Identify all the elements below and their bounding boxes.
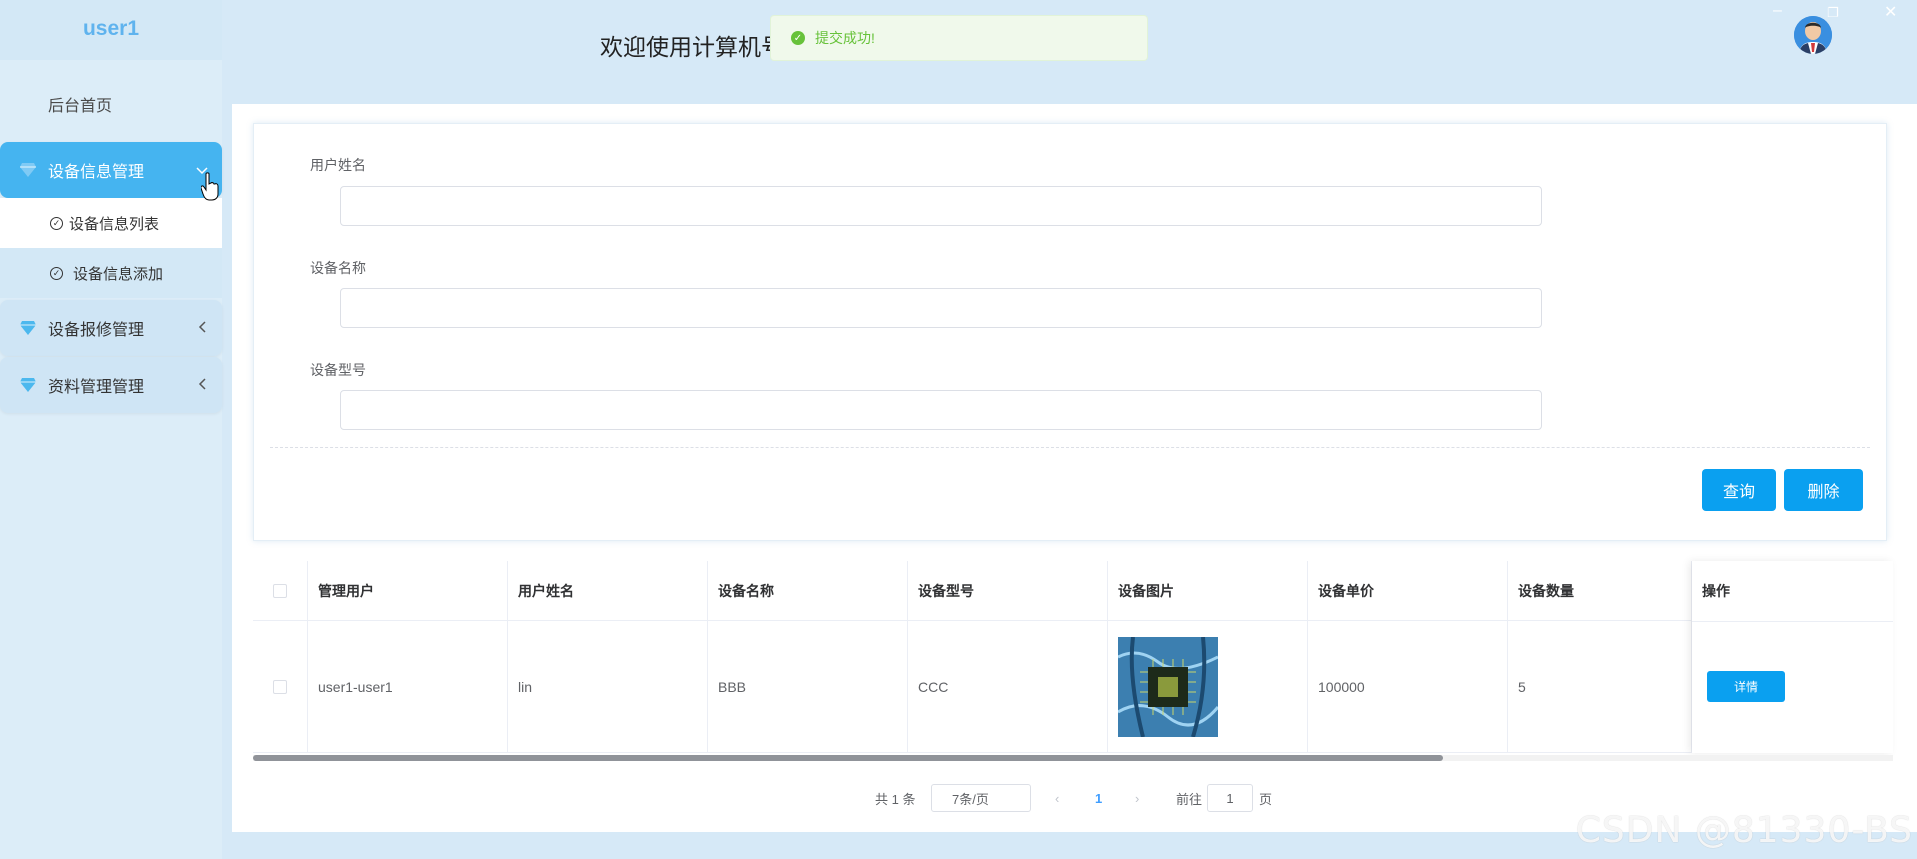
success-toast: ✓ 提交成功! xyxy=(770,15,1148,61)
next-page-icon[interactable]: › xyxy=(1135,784,1139,812)
sidebar-item-label: 设备信息列表 xyxy=(69,215,160,233)
cell-device-name: BBB xyxy=(708,621,908,752)
column-header[interactable]: 设备数量 xyxy=(1508,561,1692,620)
row-checkbox[interactable] xyxy=(273,679,287,694)
scrollbar-thumb[interactable] xyxy=(253,755,1443,761)
query-button[interactable]: 查询 xyxy=(1702,469,1776,511)
user-avatar[interactable] xyxy=(1794,16,1832,54)
detail-button[interactable]: 详情 xyxy=(1707,671,1785,702)
diamond-icon xyxy=(20,321,36,335)
page-size-select[interactable]: 7条/页 xyxy=(931,784,1031,812)
success-check-icon: ✓ xyxy=(791,31,805,45)
action-divider xyxy=(1692,621,1893,622)
restore-icon[interactable]: ❐ xyxy=(1827,5,1839,21)
cell-quantity: 5 xyxy=(1508,621,1692,752)
column-header[interactable]: 设备单价 xyxy=(1308,561,1508,620)
toast-message: 提交成功! xyxy=(815,30,875,46)
delete-button[interactable]: 删除 xyxy=(1784,469,1863,511)
column-header[interactable]: 设备型号 xyxy=(908,561,1108,620)
close-icon[interactable]: ✕ xyxy=(1884,2,1897,22)
chevron-left-icon xyxy=(182,377,222,393)
sidebar-item-device-list[interactable]: ✓ 设备信息列表 xyxy=(0,198,222,248)
table-row: user1-user1 lin BBB CCC 100000 5 xyxy=(253,621,1893,753)
goto-page-input[interactable]: 1 xyxy=(1207,784,1253,812)
page-size-value: 7条/页 xyxy=(952,791,989,807)
form-divider xyxy=(270,447,1870,448)
column-header[interactable]: 管理用户 xyxy=(308,561,508,620)
column-header[interactable]: 设备图片 xyxy=(1108,561,1308,620)
device-model-label: 设备型号 xyxy=(310,362,366,378)
action-cell: 详情 xyxy=(1707,671,1785,702)
sidebar: user1 后台首页 设备信息管理 ✓ 设备信息列表 ✓ 设备信息添加 设备报修… xyxy=(0,0,222,859)
goto-label: 前往 xyxy=(1176,791,1203,807)
sidebar-group-device-repair[interactable]: 设备报修管理 xyxy=(0,300,222,356)
column-header[interactable]: 设备名称 xyxy=(708,561,908,620)
search-form: 用户姓名 设备名称 设备型号 查询 删除 xyxy=(253,123,1887,541)
mouse-pointer-icon xyxy=(200,172,219,207)
sidebar-item-home[interactable]: 后台首页 xyxy=(0,84,222,124)
device-model-input[interactable] xyxy=(340,390,1542,430)
check-circle-icon: ✓ xyxy=(50,266,63,280)
user-name-input[interactable] xyxy=(340,186,1542,226)
user-name-label: 用户姓名 xyxy=(310,157,366,173)
sidebar-group-material[interactable]: 资料管理管理 xyxy=(0,357,222,413)
device-name-input[interactable] xyxy=(340,288,1542,328)
device-name-label: 设备名称 xyxy=(310,260,366,276)
column-header[interactable]: 用户姓名 xyxy=(508,561,708,620)
device-chip-image xyxy=(1118,636,1218,737)
prev-page-icon[interactable]: ‹ xyxy=(1055,784,1059,812)
row-select-cell xyxy=(253,621,308,752)
sidebar-group-label: 资料管理管理 xyxy=(48,379,145,396)
main-panel: 用户姓名 设备名称 设备型号 查询 删除 管理用户 用户姓名 设备名称 设备型号… xyxy=(232,104,1917,832)
sidebar-item-device-add[interactable]: ✓ 设备信息添加 xyxy=(0,248,222,298)
fixed-action-column: 操作 详情 xyxy=(1692,561,1893,753)
diamond-icon xyxy=(20,163,36,177)
app-logo-text: user1 xyxy=(0,0,222,60)
current-page[interactable]: 1 xyxy=(1095,784,1102,812)
minimize-icon[interactable]: – xyxy=(1773,2,1782,20)
check-circle-icon: ✓ xyxy=(50,216,63,230)
cell-unit-price: 100000 xyxy=(1308,621,1508,752)
select-all-cell xyxy=(253,561,308,620)
sidebar-item-label: 设备信息添加 xyxy=(73,265,164,283)
sidebar-group-label: 设备信息管理 xyxy=(48,164,145,181)
watermark-text: CSDN @81330-BS xyxy=(1575,810,1913,851)
column-header[interactable]: 操作 xyxy=(1702,561,1730,621)
select-all-checkbox[interactable] xyxy=(273,583,287,598)
pagination-total: 共 1 条 xyxy=(875,791,916,807)
horizontal-scrollbar[interactable] xyxy=(253,755,1893,761)
cell-device-image xyxy=(1108,621,1308,752)
cell-user-name: lin xyxy=(508,621,708,752)
chevron-left-icon xyxy=(182,320,222,336)
page-suffix: 页 xyxy=(1259,791,1273,807)
welcome-title: 欢迎使用计算机号 xyxy=(600,34,784,60)
diamond-icon xyxy=(20,378,36,392)
cell-admin-user: user1-user1 xyxy=(308,621,508,752)
sidebar-group-device-info[interactable]: 设备信息管理 xyxy=(0,142,222,198)
table-header: 管理用户 用户姓名 设备名称 设备型号 设备图片 设备单价 设备数量 xyxy=(253,561,1893,621)
cell-device-model: CCC xyxy=(908,621,1108,752)
sidebar-group-label: 设备报修管理 xyxy=(48,322,145,339)
